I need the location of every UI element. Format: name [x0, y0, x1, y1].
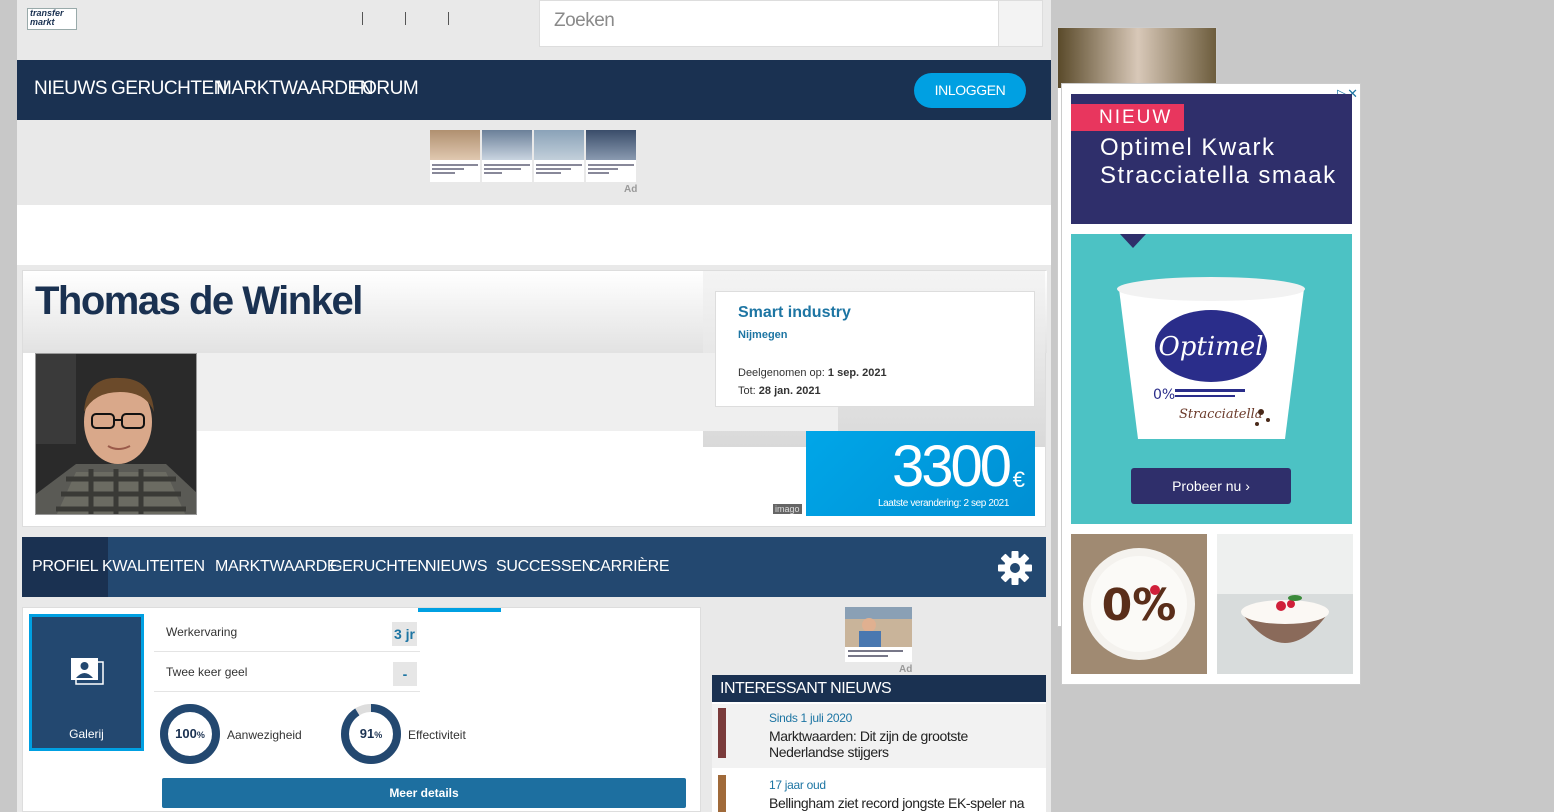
separator — [362, 12, 363, 25]
ad-label: Ad — [899, 664, 913, 675]
ad-banner[interactable]: NIEUW Optimel Kwark Stracciatella smaak — [1071, 94, 1352, 224]
ad-cta-label: Probeer nu — [1172, 478, 1242, 494]
news-panel: INTERESSANT NIEUWS Sinds 1 juli 2020 Mar… — [712, 675, 1046, 812]
tab-kwaliteiten[interactable]: KWALITEITEN — [92, 537, 215, 597]
stat-label: Twee keer geel — [166, 665, 248, 679]
separator — [448, 12, 449, 25]
ad-placeholder — [17, 205, 1051, 265]
svg-text:Stracciatella: Stracciatella — [1179, 407, 1263, 422]
ad-headline: Optimel Kwark Stracciatella smaak — [1100, 134, 1337, 189]
stat-label: Werkervaring — [166, 625, 238, 639]
nav-item-geruchten[interactable]: GERUCHTEN — [111, 78, 227, 100]
profile-tabs: PROFIEL KWALITEITEN MARKTWAARDE GERUCHTE… — [22, 537, 1046, 597]
ad-strip: Ad — [17, 120, 1051, 205]
page: transfer markt NIEUWS GERUCHTEN MARKTWAA… — [17, 0, 1051, 812]
joined-date: Deelgenomen op: 1 sep. 2021 — [738, 367, 887, 379]
ad-thumbnail[interactable] — [482, 130, 532, 182]
ad-tile-dessert[interactable] — [1217, 534, 1353, 674]
site-logo[interactable]: transfer markt — [27, 8, 77, 30]
joined-value: 1 sep. 2021 — [827, 367, 887, 379]
news-item[interactable]: Sinds 1 juli 2020 Marktwaarden: Dit zijn… — [712, 704, 1046, 769]
ring-value: 91 — [359, 726, 375, 741]
stat-value: 3 jr — [391, 622, 417, 646]
ring-unit: % — [374, 730, 383, 740]
ad-tile-bowl[interactable]: 0% — [1071, 534, 1207, 674]
news-date: Sinds 1 juli 2020 — [769, 711, 852, 725]
ring-unit: % — [196, 730, 205, 740]
ad-brand-logo: Optimel — [1158, 332, 1263, 362]
ad-badge: NIEUW — [1071, 104, 1185, 131]
until-label: Tot: — [738, 385, 756, 397]
ad-notch — [1120, 234, 1146, 248]
search-input[interactable] — [554, 10, 974, 32]
gallery-button[interactable]: Galerij — [29, 614, 144, 751]
club-box: Smart industry Nijmegen Deelgenomen op: … — [715, 291, 1035, 407]
player-header: Thomas de Winkel Smart industry Nijmegen — [22, 270, 1047, 527]
player-first-name: Thomas — [35, 279, 181, 323]
gallery-label: Galerij — [69, 727, 104, 741]
nav-item-nieuws[interactable]: NIEUWS — [34, 78, 108, 100]
stat-row-werkervaring: Werkervaring 3 jr — [154, 612, 420, 652]
news-date: 17 jaar oud — [769, 778, 826, 792]
settings-gear-icon[interactable] — [997, 550, 1033, 586]
stat-value: - — [393, 662, 417, 686]
until-date: Tot: 28 jan. 2021 — [738, 385, 821, 397]
nav-item-marktwaarden[interactable]: MARKTWAARDEN — [216, 78, 373, 100]
top-bar: transfer markt — [17, 0, 1051, 60]
svg-text:0%: 0% — [1153, 387, 1175, 403]
news-thumbnail — [718, 708, 726, 758]
attendance-label: Aanwezigheid — [227, 728, 302, 742]
attendance-value: 100% — [159, 726, 221, 741]
ad-thumbnail[interactable] — [430, 130, 480, 182]
more-details-button[interactable]: Meer details — [162, 778, 686, 808]
nav-item-forum[interactable]: FORUM — [351, 78, 419, 100]
ring-value: 100 — [175, 726, 197, 741]
joined-label: Deelgenomen op: — [738, 367, 825, 379]
tab-carriere[interactable]: CARRIÈRE — [579, 537, 679, 597]
news-title: Bellingham ziet record jongste EK-speler… — [769, 795, 1025, 812]
separator — [405, 12, 406, 25]
content-accent — [418, 608, 501, 612]
ad-thumbnail[interactable] — [534, 130, 584, 182]
effectiveness-label: Effectiviteit — [408, 728, 466, 742]
stat-row-twee-keer-geel: Twee keer geel - — [154, 652, 420, 692]
market-value: 3300 — [891, 434, 1012, 499]
player-last-name: de Winkel — [188, 279, 363, 323]
main-nav: NIEUWS GERUCHTEN MARKTWAARDEN FORUM INLO… — [17, 60, 1051, 120]
tab-nieuws[interactable]: NIEUWS — [415, 537, 497, 597]
news-item[interactable]: 17 jaar oud Bellingham ziet record jongs… — [712, 771, 1046, 812]
news-title: Marktwaarden: Dit zijn de grootste Neder… — [769, 728, 968, 760]
ad-cta-button[interactable]: Probeer nu › — [1131, 468, 1291, 504]
svg-text:0%: 0% — [1102, 580, 1177, 631]
player-photo[interactable] — [35, 353, 197, 515]
until-value: 28 jan. 2021 — [758, 385, 821, 397]
profile-content: Galerij Werkervaring 3 jr Twee keer geel… — [22, 607, 701, 812]
logo-text-2: markt — [30, 17, 55, 27]
photo-credit: imago — [773, 504, 802, 514]
club-city[interactable]: Nijmegen — [738, 329, 788, 341]
news-thumbnail — [718, 775, 726, 812]
search-button[interactable] — [999, 0, 1043, 47]
right-ad-image[interactable] — [1058, 28, 1216, 88]
ad-label: Ad — [624, 184, 638, 195]
page-title: Thomas de Winkel — [35, 279, 363, 324]
ad-popup[interactable]: ▷✕ NIEUW Optimel Kwark Stracciatella sma… — [1061, 83, 1361, 685]
search-box — [539, 0, 999, 47]
effectiveness-value: 91% — [340, 726, 402, 741]
market-value-last-change: Laatste verandering: 2 sep 2021 — [877, 498, 1009, 509]
market-value-box[interactable]: 3300 € Laatste verandering: 2 sep 2021 — [806, 431, 1035, 516]
ad-thumbnail[interactable] — [586, 130, 636, 182]
news-heading: INTERESSANT NIEUWS — [712, 675, 1046, 702]
club-name[interactable]: Smart industry — [738, 304, 851, 322]
login-button[interactable]: INLOGGEN — [914, 73, 1026, 108]
gallery-icon — [70, 657, 104, 690]
market-value-currency: € — [1012, 467, 1025, 492]
side-ad-image[interactable] — [845, 607, 912, 662]
